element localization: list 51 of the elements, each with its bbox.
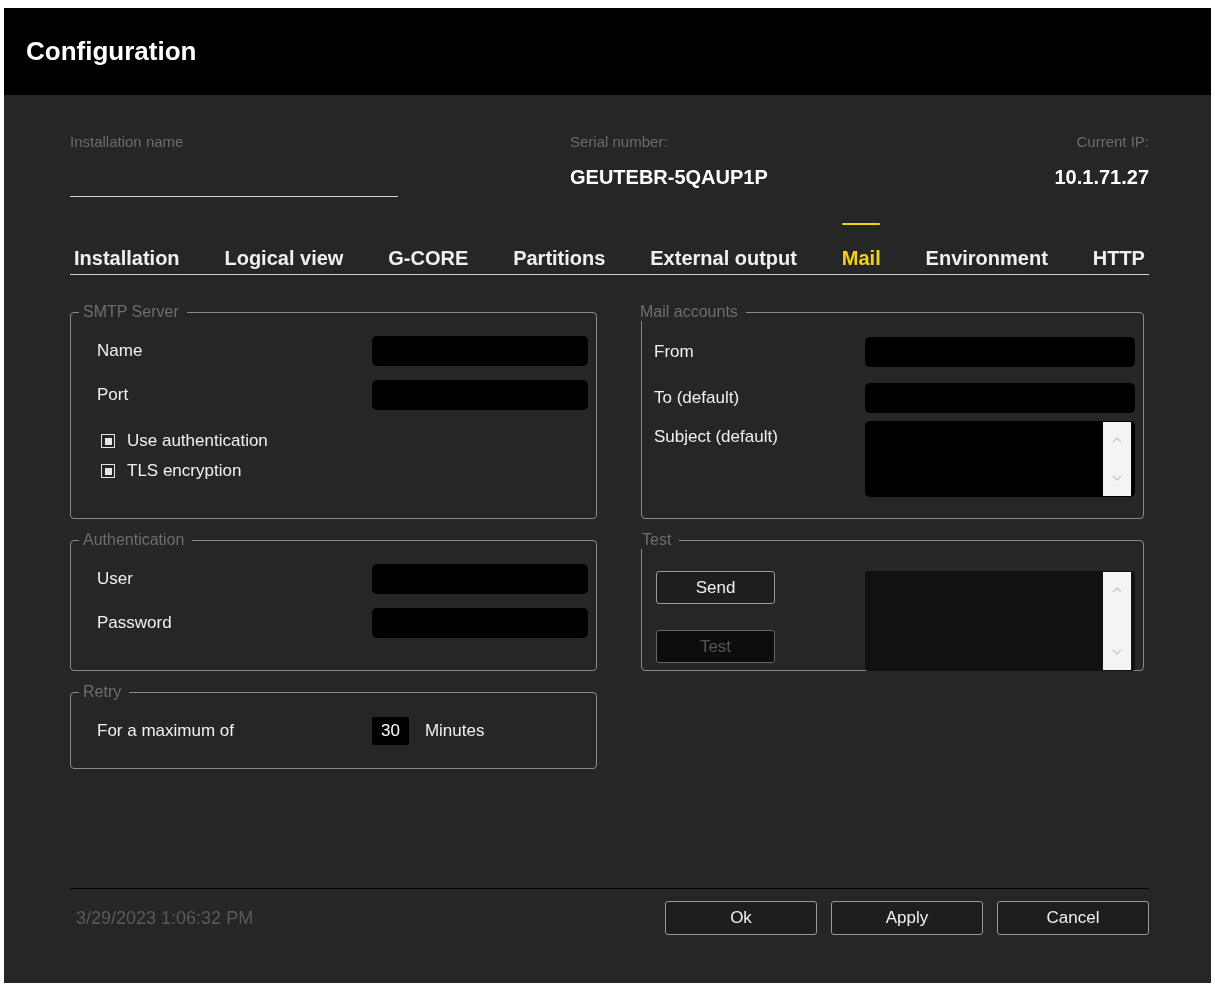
group-title: Test (641, 531, 673, 549)
serial-number: GEUTEBR-5QAUP1P (570, 166, 769, 189)
group-title: Retry (82, 683, 123, 701)
field-label: Current IP: (1076, 133, 1149, 150)
checkbox-label: TLS encryption (127, 461, 242, 481)
checkbox[interactable] (101, 464, 115, 478)
button[interactable]: Ok (665, 901, 817, 935)
group-title: Authentication (82, 531, 186, 549)
tab[interactable]: G-CORE (388, 247, 469, 270)
scroll-down-icon[interactable] (1112, 648, 1122, 656)
tab[interactable]: External output (650, 247, 797, 270)
unit-label: Minutes (424, 721, 485, 741)
group-title: Mail accounts (639, 303, 739, 321)
scroll-up-icon[interactable] (1112, 436, 1122, 444)
group-title: SMTP Server (82, 303, 180, 321)
tab[interactable]: HTTP (1092, 247, 1145, 270)
field-label: Password (97, 613, 172, 633)
field-label: Subject (default) (654, 427, 778, 447)
checkbox-label: Use authentication (127, 431, 268, 451)
tab[interactable]: Installation (74, 247, 180, 270)
button[interactable]: Apply (831, 901, 983, 935)
field-label: User (97, 569, 133, 589)
field-label: Name (97, 341, 143, 361)
scrollbar[interactable] (1103, 422, 1131, 496)
scroll-up-icon[interactable] (1112, 586, 1122, 594)
input-field[interactable] (372, 564, 588, 594)
input-field[interactable] (372, 380, 588, 410)
scroll-down-icon[interactable] (1112, 474, 1122, 482)
input-field[interactable] (865, 383, 1135, 413)
field-label: Serial number: (570, 133, 669, 150)
text-area[interactable] (865, 421, 1135, 497)
button[interactable]: Cancel (997, 901, 1149, 935)
field-label: For a maximum of (97, 721, 234, 741)
field-label: Installation name (70, 133, 185, 150)
field-label: Port (97, 385, 129, 405)
input-field[interactable] (865, 337, 1135, 367)
button[interactable]: Send (656, 571, 775, 604)
field-label: From (654, 342, 694, 362)
input-field[interactable] (372, 608, 588, 638)
ip-address: 10.1.71.27 (1054, 166, 1149, 189)
window-title: Configuration (26, 36, 197, 67)
tab-indicator (842, 223, 881, 225)
input-field[interactable] (372, 336, 588, 366)
minutes-field[interactable]: 30 (372, 717, 409, 745)
tab[interactable]: Logical view (224, 247, 344, 270)
tab[interactable]: Environment (925, 247, 1048, 270)
checkbox[interactable] (101, 434, 115, 448)
scrollbar[interactable] (1103, 572, 1131, 670)
tab[interactable]: Partitions (513, 247, 606, 270)
field-label: To (default) (654, 388, 740, 408)
tab[interactable]: Mail (841, 247, 881, 270)
